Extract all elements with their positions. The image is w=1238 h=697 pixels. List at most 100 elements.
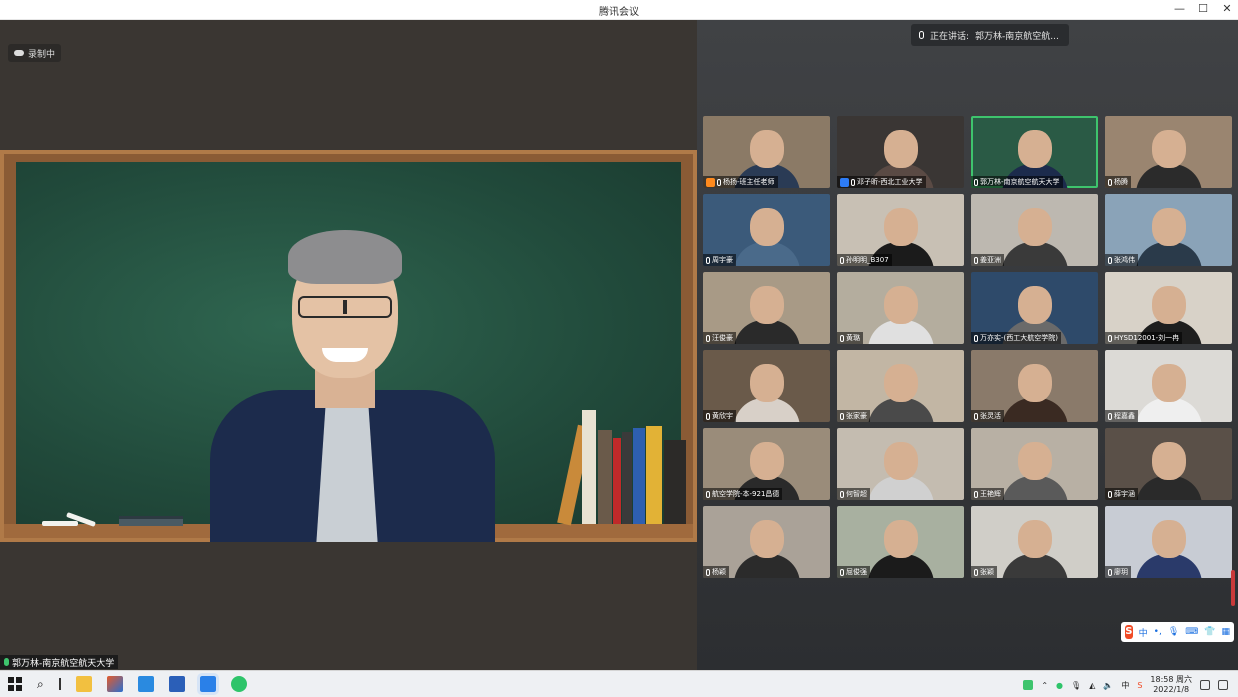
grid-icon[interactable]: ▦ xyxy=(1221,627,1230,637)
mic-icon xyxy=(840,412,844,420)
participant-tile[interactable]: 何智超 xyxy=(837,428,964,500)
volume-icon[interactable]: 🔈 xyxy=(1103,681,1113,690)
notes-icon[interactable] xyxy=(1200,680,1210,690)
participant-tile[interactable]: 王艳辉 xyxy=(971,428,1098,500)
tencent-meeting-icon[interactable] xyxy=(196,673,219,695)
ime-toolbar[interactable]: S 中 •, 🎙 ⌨ 👕 ▦ xyxy=(1121,622,1234,642)
participant-tile[interactable]: 张家豪 xyxy=(837,350,964,422)
keyboard-icon[interactable]: ⌨ xyxy=(1185,627,1198,637)
recording-badge[interactable]: 录制中 xyxy=(8,44,62,62)
participant-label: 万亦实-(西工大航空学院) xyxy=(971,332,1061,344)
participant-tile[interactable]: 张灵活 xyxy=(971,350,1098,422)
participant-face xyxy=(749,442,784,480)
participant-label: 杨扬-班主任老师 xyxy=(703,176,778,188)
gallery-scrollbar[interactable] xyxy=(1231,570,1235,606)
mic-icon xyxy=(1108,568,1112,576)
participant-tile[interactable]: 屈俊强 xyxy=(837,506,964,578)
participant-tile[interactable]: 杨扬-班主任老师 xyxy=(703,116,830,188)
sogou-tray-icon[interactable]: S xyxy=(1137,681,1142,690)
participant-tile[interactable]: 黄欣宇 xyxy=(703,350,830,422)
participant-label: 张灵活 xyxy=(971,410,1004,422)
participant-name: 黄欣宇 xyxy=(712,412,733,420)
participant-tile[interactable]: 杨腾 xyxy=(1105,116,1232,188)
matlab-icon[interactable] xyxy=(106,676,123,692)
clock[interactable]: 18:58 周六 2022/1/8 xyxy=(1150,675,1192,695)
app-icon[interactable] xyxy=(137,676,154,692)
participant-face xyxy=(749,520,784,558)
book xyxy=(582,410,596,524)
battery-icon[interactable] xyxy=(1023,680,1034,690)
wechat-tray-icon[interactable]: ● xyxy=(1056,681,1063,690)
participant-tile[interactable]: 张鸿伟 xyxy=(1105,194,1232,266)
speaking-indicator: 正在讲话: 郭万林-南京航空航... xyxy=(911,24,1069,46)
windows-start-icon[interactable] xyxy=(8,677,22,691)
shirt-icon[interactable]: 👕 xyxy=(1204,627,1215,637)
participant-tile[interactable]: 程嘉鑫 xyxy=(1105,350,1232,422)
participant-tile[interactable]: 郭万林-南京航空航天大学 xyxy=(971,116,1098,188)
participant-name: 张灵活 xyxy=(980,412,1001,420)
participant-tile[interactable]: 周宇豪 xyxy=(703,194,830,266)
mic-icon xyxy=(974,178,978,186)
word-icon[interactable] xyxy=(168,676,185,692)
participant-face xyxy=(749,208,784,246)
participant-face xyxy=(883,442,918,480)
participant-name: 程嘉鑫 xyxy=(1114,412,1135,420)
participant-name: 郭万林-南京航空航天大学 xyxy=(980,178,1060,186)
sogou-logo-icon: S xyxy=(1125,625,1133,639)
mic-icon xyxy=(851,178,855,186)
mic-tray-icon[interactable]: 🎙 xyxy=(1071,681,1081,690)
participant-tile[interactable]: 黄璐 xyxy=(837,272,964,344)
mic-icon xyxy=(974,490,978,498)
participant-tile[interactable]: 邓子昕-西北工业大学 xyxy=(837,116,964,188)
chevron-up-icon[interactable]: ⌃ xyxy=(1041,681,1048,690)
network-icon[interactable]: ◭ xyxy=(1089,681,1095,690)
participant-tile[interactable]: 廖玥 xyxy=(1105,506,1232,578)
participant-tile[interactable]: 汪俊豪 xyxy=(703,272,830,344)
window-controls: — ☐ ✕ xyxy=(1174,2,1232,16)
file-explorer-icon[interactable] xyxy=(75,676,92,692)
participant-name: HYSD12001-刘一冉 xyxy=(1114,334,1180,342)
notification-icon[interactable] xyxy=(1218,680,1228,690)
participant-name: 黄璐 xyxy=(846,334,860,342)
participant-tile[interactable]: 航空学院-本-921昌德 xyxy=(703,428,830,500)
participant-tile[interactable]: 姜亚洲 xyxy=(971,194,1098,266)
mic-icon xyxy=(1108,178,1112,186)
participant-name: 周宇豪 xyxy=(712,256,733,264)
mic-icon xyxy=(706,412,710,420)
participant-tile[interactable]: 张颖 xyxy=(971,506,1098,578)
mic-icon xyxy=(706,256,710,264)
participant-tile[interactable]: 孙明明_B307 xyxy=(837,194,964,266)
participant-label: 张鸿伟 xyxy=(1105,254,1138,266)
ime-tray-icon[interactable]: 中 xyxy=(1121,680,1129,691)
punctuation-icon[interactable]: •, xyxy=(1154,627,1162,637)
mic-icon xyxy=(1108,412,1112,420)
participant-label: 周宇豪 xyxy=(703,254,736,266)
speaker-smile xyxy=(322,348,368,362)
taskview-icon[interactable] xyxy=(58,678,61,690)
participant-tile[interactable]: 薛宇涵 xyxy=(1105,428,1232,500)
participant-face xyxy=(1017,520,1052,558)
participant-face xyxy=(1017,364,1052,402)
wechat-icon[interactable] xyxy=(230,676,247,692)
close-button[interactable]: ✕ xyxy=(1222,2,1232,16)
participant-tile[interactable]: 万亦实-(西工大航空学院) xyxy=(971,272,1098,344)
main-speaker-video[interactable]: 录制中 郭万林-南京航空航天大学 xyxy=(0,20,697,670)
mic-icon xyxy=(840,568,844,576)
window-title: 腾讯会议 xyxy=(599,7,639,18)
system-tray: ⌃ ● 🎙 ◭ 🔈 中 S 18:58 周六 2022/1/8 xyxy=(1023,675,1228,695)
participant-label: 王艳辉 xyxy=(971,488,1004,500)
search-icon[interactable]: ⌕ xyxy=(37,677,44,692)
participant-label: 邓子昕-西北工业大学 xyxy=(837,176,926,188)
participant-tile[interactable]: 杨颖 xyxy=(703,506,830,578)
participant-label: 郭万林-南京航空航天大学 xyxy=(971,176,1063,188)
participant-tile[interactable]: HYSD12001-刘一冉 xyxy=(1105,272,1232,344)
minimize-button[interactable]: — xyxy=(1174,2,1185,16)
participant-name: 廖玥 xyxy=(1114,568,1128,576)
recording-label: 录制中 xyxy=(28,49,56,60)
mic-icon xyxy=(1108,256,1112,264)
maximize-button[interactable]: ☐ xyxy=(1198,2,1208,16)
mic-icon[interactable]: 🎙 xyxy=(1168,627,1179,637)
ime-mode[interactable]: 中 xyxy=(1139,626,1148,639)
participant-face xyxy=(1151,364,1186,402)
mic-icon xyxy=(840,490,844,498)
